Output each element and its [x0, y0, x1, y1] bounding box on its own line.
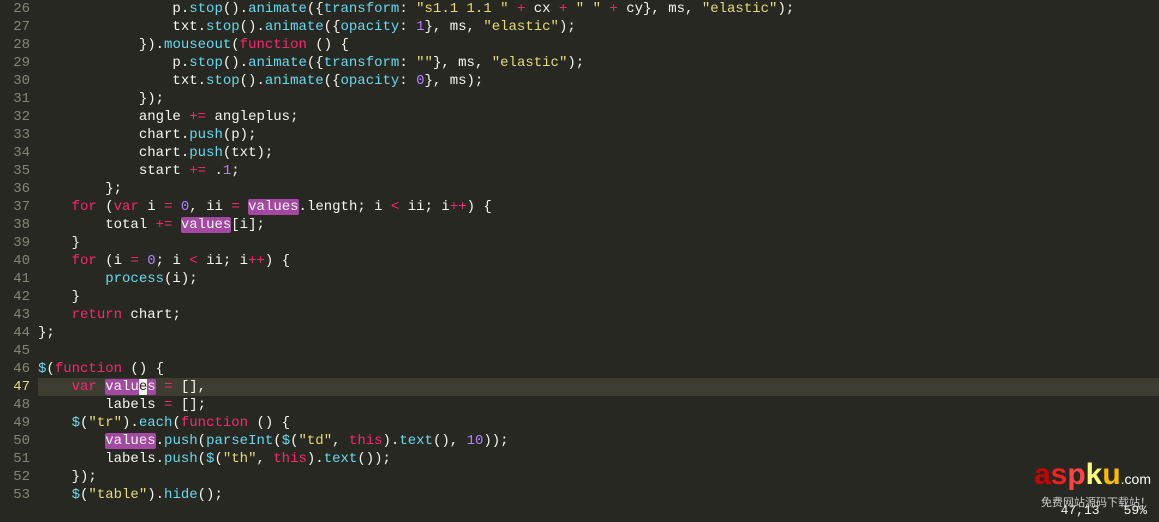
- line-number: 40: [0, 252, 30, 270]
- code-line[interactable]: txt.stop().animate({opacity: 0}, ms);: [38, 72, 1159, 90]
- code-line[interactable]: });: [38, 468, 1159, 486]
- code-line[interactable]: });: [38, 90, 1159, 108]
- line-number: 38: [0, 216, 30, 234]
- line-number: 37: [0, 198, 30, 216]
- line-number: 53: [0, 486, 30, 504]
- code-line[interactable]: p.stop().animate({transform: "s1.1 1.1 "…: [38, 0, 1159, 18]
- code-line[interactable]: chart.push(p);: [38, 126, 1159, 144]
- code-line[interactable]: process(i);: [38, 270, 1159, 288]
- code-area[interactable]: p.stop().animate({transform: "s1.1 1.1 "…: [36, 0, 1159, 522]
- line-number: 31: [0, 90, 30, 108]
- code-line[interactable]: }: [38, 288, 1159, 306]
- line-number: 49: [0, 414, 30, 432]
- code-line[interactable]: var values = [],: [38, 378, 1159, 396]
- line-number: 36: [0, 180, 30, 198]
- code-line[interactable]: }).mouseout(function () {: [38, 36, 1159, 54]
- code-line[interactable]: };: [38, 324, 1159, 342]
- line-number: 29: [0, 54, 30, 72]
- code-line[interactable]: $(function () {: [38, 360, 1159, 378]
- code-line[interactable]: total += values[i];: [38, 216, 1159, 234]
- line-number: 39: [0, 234, 30, 252]
- code-line[interactable]: labels.push($("th", this).text());: [38, 450, 1159, 468]
- code-line[interactable]: for (var i = 0, ii = values.length; i < …: [38, 198, 1159, 216]
- watermark-logo: aspku.com: [1034, 460, 1151, 494]
- code-line[interactable]: for (i = 0; i < ii; i++) {: [38, 252, 1159, 270]
- code-line[interactable]: p.stop().animate({transform: ""}, ms, "e…: [38, 54, 1159, 72]
- code-line[interactable]: return chart;: [38, 306, 1159, 324]
- line-number: 33: [0, 126, 30, 144]
- line-number: 50: [0, 432, 30, 450]
- code-line[interactable]: chart.push(txt);: [38, 144, 1159, 162]
- code-line[interactable]: start += .1;: [38, 162, 1159, 180]
- line-number: 41: [0, 270, 30, 288]
- code-line[interactable]: };: [38, 180, 1159, 198]
- line-gutter: 2627282930313233343536373839404142434445…: [0, 0, 36, 522]
- code-editor[interactable]: 2627282930313233343536373839404142434445…: [0, 0, 1159, 522]
- line-number: 46: [0, 360, 30, 378]
- code-line[interactable]: angle += angleplus;: [38, 108, 1159, 126]
- line-number: 35: [0, 162, 30, 180]
- line-number: 43: [0, 306, 30, 324]
- line-number: 44: [0, 324, 30, 342]
- line-number: 42: [0, 288, 30, 306]
- line-number: 30: [0, 72, 30, 90]
- line-number: 27: [0, 18, 30, 36]
- line-number: 26: [0, 0, 30, 18]
- code-line[interactable]: $("table").hide();: [38, 486, 1159, 504]
- line-number: 48: [0, 396, 30, 414]
- line-number: 32: [0, 108, 30, 126]
- line-number: 52: [0, 468, 30, 486]
- watermark: aspku.com 免费网站源码下载站！: [1034, 460, 1151, 512]
- code-line[interactable]: values.push(parseInt($("td", this).text(…: [38, 432, 1159, 450]
- line-number: 34: [0, 144, 30, 162]
- code-line[interactable]: }: [38, 234, 1159, 252]
- line-number: 47: [0, 378, 30, 396]
- code-line[interactable]: [38, 342, 1159, 360]
- line-number: 45: [0, 342, 30, 360]
- code-line[interactable]: txt.stop().animate({opacity: 1}, ms, "el…: [38, 18, 1159, 36]
- code-line[interactable]: labels = [];: [38, 396, 1159, 414]
- code-line[interactable]: $("tr").each(function () {: [38, 414, 1159, 432]
- line-number: 51: [0, 450, 30, 468]
- watermark-sub: 免费网站源码下载站！: [1034, 494, 1151, 512]
- line-number: 28: [0, 36, 30, 54]
